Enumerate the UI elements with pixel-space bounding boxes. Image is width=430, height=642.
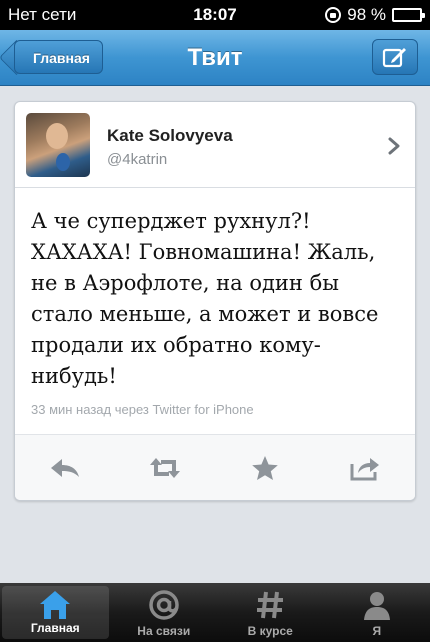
compose-button[interactable] <box>372 39 418 75</box>
favorite-star-icon <box>252 455 278 480</box>
share-icon <box>350 457 379 480</box>
battery-icon <box>392 8 425 22</box>
person-icon <box>363 592 390 620</box>
tab-label: Главная <box>30 621 80 635</box>
rotation-lock-icon <box>325 7 342 23</box>
home-icon <box>40 591 71 619</box>
back-button[interactable]: Главная <box>14 40 103 74</box>
retweet-icon <box>150 457 180 478</box>
avatar[interactable] <box>26 113 90 177</box>
reply-button[interactable] <box>41 448 89 488</box>
tweet-meta: 33 мин назад через Twitter for iPhone <box>31 402 254 417</box>
tab-me[interactable]: Я <box>324 583 430 642</box>
status-right: 98 % <box>325 5 425 25</box>
hashtag-icon <box>257 591 284 619</box>
tab-bar: Главная На связи В курсе Я <box>0 583 430 642</box>
status-bar: Нет сети 18:07 98 % <box>0 0 430 30</box>
tab-connect[interactable]: На связи <box>111 583 218 642</box>
user-handle: @4katrin <box>107 151 168 168</box>
tweet-author-row[interactable]: Kate Solovyeva @4katrin <box>15 102 415 188</box>
share-button[interactable] <box>341 448 389 488</box>
tweet-text: А че суперджет рухнул?! ХАХАХА! Говномаш… <box>31 209 379 388</box>
retweet-button[interactable] <box>141 448 189 488</box>
at-icon <box>149 590 179 620</box>
tab-discover[interactable]: В курсе <box>217 583 324 642</box>
tab-label: Я <box>372 624 382 638</box>
reply-icon <box>51 458 79 477</box>
navigation-bar: Твит Главная <box>0 30 430 86</box>
compose-icon <box>382 48 406 68</box>
chevron-right-icon <box>388 137 400 155</box>
tab-home[interactable]: Главная <box>2 586 109 639</box>
favorite-button[interactable] <box>241 448 289 488</box>
carrier-label: Нет сети <box>8 5 77 24</box>
tab-label: На связи <box>137 624 191 638</box>
tweet-card: Kate Solovyeva @4katrin А че суперджет р… <box>14 101 416 501</box>
tab-label: В курсе <box>247 624 293 638</box>
user-name: Kate Solovyeva <box>107 126 233 145</box>
tweet-actions <box>15 434 415 500</box>
battery-percent: 98 % <box>347 5 386 24</box>
